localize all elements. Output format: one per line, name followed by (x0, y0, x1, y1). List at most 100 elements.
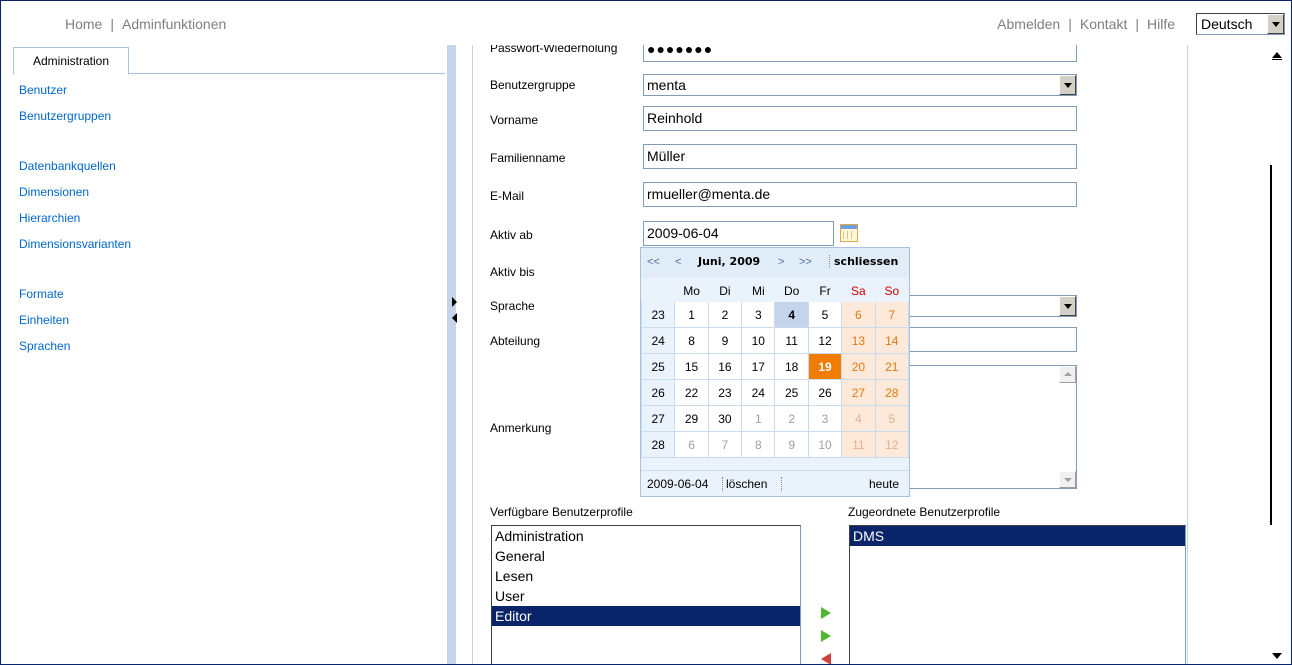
page-scrollbar[interactable] (1267, 45, 1287, 664)
calendar-day-other-month[interactable]: 10 (807, 431, 843, 458)
calendar-day[interactable]: 5 (807, 301, 843, 328)
sidebar-item-benutzergruppen[interactable]: Benutzergruppen (19, 109, 131, 135)
splitter-bar[interactable] (447, 45, 456, 664)
calendar-day[interactable]: 1 (674, 301, 709, 328)
nav-abmelden-link[interactable]: Abmelden (997, 16, 1060, 32)
calendar-day[interactable]: 7 (874, 301, 910, 328)
nav-kontakt-link[interactable]: Kontakt (1080, 16, 1127, 32)
calendar-day-selected[interactable]: 4 (774, 301, 809, 328)
calendar-day-other-month[interactable]: 5 (874, 405, 910, 432)
tab-administration[interactable]: Administration (13, 47, 129, 75)
nav-hilfe-link[interactable]: Hilfe (1147, 16, 1175, 32)
move-left-icon[interactable] (821, 653, 835, 664)
calendar-week-row: 24 8 9 10 11 12 13 14 (640, 327, 910, 354)
calendar-day[interactable]: 10 (741, 327, 776, 354)
calendar-day[interactable]: 30 (707, 405, 743, 432)
calendar-day[interactable]: 8 (674, 327, 709, 354)
scroll-up-icon[interactable] (1059, 366, 1076, 383)
list-item[interactable]: General (492, 546, 800, 566)
calendar-icon[interactable] (840, 224, 858, 242)
weekday-label: Mo (674, 279, 709, 302)
sidebar-item-benutzer[interactable]: Benutzer (19, 83, 131, 109)
group-select[interactable]: menta (643, 74, 1077, 96)
calendar-day[interactable]: 18 (774, 353, 809, 380)
password-repeat-input[interactable]: ●●●●●●● (643, 45, 1077, 62)
scroll-up-icon[interactable] (1267, 45, 1287, 65)
calendar-day-other-month[interactable]: 3 (807, 405, 843, 432)
calendar-day[interactable]: 2 (707, 301, 743, 328)
list-item[interactable]: Lesen (492, 566, 800, 586)
list-item[interactable]: User (492, 586, 800, 606)
chevron-down-icon[interactable] (1267, 14, 1284, 34)
calendar-day[interactable]: 6 (841, 301, 876, 328)
calendar-day-other-month[interactable]: 4 (841, 405, 876, 432)
calendar-day[interactable]: 11 (774, 327, 809, 354)
calendar-day[interactable]: 3 (741, 301, 776, 328)
calendar-day[interactable]: 27 (841, 379, 876, 406)
calendar-today-button[interactable]: heute (869, 477, 899, 491)
calendar-day[interactable]: 9 (707, 327, 743, 354)
nav-adminfunktionen-link[interactable]: Adminfunktionen (122, 16, 226, 32)
move-right-icon[interactable] (821, 630, 835, 642)
calendar-day[interactable]: 26 (807, 379, 843, 406)
move-all-right-icon[interactable] (821, 607, 835, 619)
calendar-day[interactable]: 12 (807, 327, 843, 354)
calendar-day[interactable]: 14 (874, 327, 910, 354)
calendar-day-other-month[interactable]: 6 (674, 431, 709, 458)
active-from-input[interactable]: 2009-06-04 (643, 221, 834, 246)
scroll-down-icon[interactable] (1267, 646, 1287, 664)
calendar-day[interactable]: 23 (707, 379, 743, 406)
calendar-day[interactable]: 28 (874, 379, 910, 406)
calendar-popup: << < Juni, 2009 > >> schliessen Mo Di Mi… (640, 247, 910, 497)
sidebar-item-hierarchien[interactable]: Hierarchien (19, 211, 131, 237)
email-input[interactable]: rmueller@menta.de (643, 182, 1077, 207)
calendar-day-other-month[interactable]: 7 (707, 431, 743, 458)
calendar-day-other-month[interactable]: 9 (774, 431, 809, 458)
calendar-day[interactable]: 15 (674, 353, 709, 380)
scroll-down-icon[interactable] (1059, 471, 1076, 488)
calendar-day-other-month[interactable]: 2 (774, 405, 809, 432)
assigned-profiles-list[interactable]: DMS (849, 525, 1186, 664)
sidebar-item-dimensionen[interactable]: Dimensionen (19, 185, 131, 211)
calendar-day-other-month[interactable]: 8 (741, 431, 776, 458)
list-item-selected[interactable]: DMS (850, 526, 1185, 546)
top-nav-left: Home | Adminfunktionen (65, 16, 226, 32)
calendar-day[interactable]: 17 (741, 353, 776, 380)
calendar-next-year-button[interactable]: >> (799, 256, 812, 268)
calendar-close-button[interactable]: schliessen (829, 255, 898, 268)
sidebar-item-einheiten[interactable]: Einheiten (19, 313, 131, 339)
firstname-label: Vorname (490, 113, 539, 127)
sidebar-item-dimensionsvarianten[interactable]: Dimensionsvarianten (19, 237, 131, 263)
collapse-arrows-icon[interactable] (452, 297, 458, 325)
calendar-day[interactable]: 25 (774, 379, 809, 406)
available-profiles-list[interactable]: Administration General Lesen User Editor (491, 525, 801, 664)
calendar-day[interactable]: 29 (674, 405, 709, 432)
sidebar-item-formate[interactable]: Formate (19, 287, 131, 313)
calendar-day[interactable]: 20 (841, 353, 876, 380)
calendar-day-other-month[interactable]: 11 (841, 431, 876, 458)
calendar-day[interactable]: 21 (874, 353, 910, 380)
firstname-input[interactable]: Reinhold (643, 106, 1077, 131)
calendar-day[interactable]: 16 (707, 353, 743, 380)
calendar-prev-year-button[interactable]: << (647, 256, 660, 268)
nav-home-link[interactable]: Home (65, 16, 102, 32)
calendar-prev-month-button[interactable]: < (675, 256, 681, 268)
calendar-day[interactable]: 24 (741, 379, 776, 406)
sidebar-item-datenbankquellen[interactable]: Datenbankquellen (19, 159, 131, 185)
chevron-down-icon[interactable] (1059, 75, 1076, 95)
calendar-day-other-month[interactable]: 1 (741, 405, 776, 432)
calendar-next-month-button[interactable]: > (778, 256, 784, 268)
calendar-day[interactable]: 22 (674, 379, 709, 406)
sidebar-item-sprachen[interactable]: Sprachen (19, 339, 131, 365)
chevron-down-icon[interactable] (1059, 296, 1076, 316)
list-item[interactable]: Administration (492, 526, 800, 546)
scrollbar-thumb[interactable] (1270, 165, 1272, 525)
calendar-day-other-month[interactable]: 12 (874, 431, 910, 458)
language-select[interactable]: Deutsch (1196, 13, 1285, 35)
list-item-selected[interactable]: Editor (492, 606, 800, 626)
calendar-day-today[interactable]: 19 (807, 353, 843, 380)
lastname-input[interactable]: Müller (643, 144, 1077, 169)
calendar-clear-button[interactable]: löschen (722, 477, 767, 491)
calendar-day[interactable]: 13 (841, 327, 876, 354)
textarea-scrollbar[interactable] (1059, 366, 1076, 488)
